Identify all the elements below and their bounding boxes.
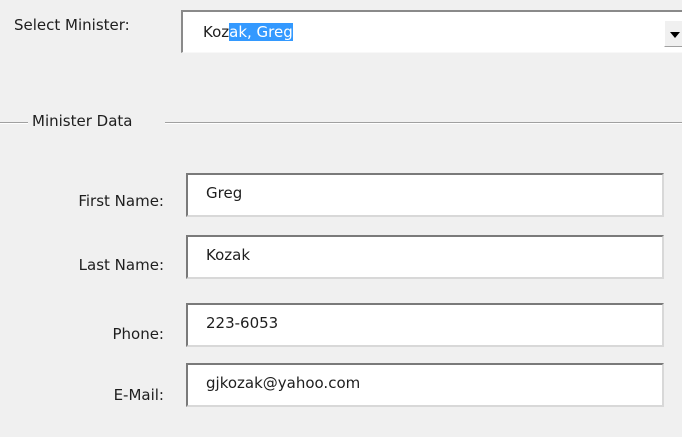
first-name-field[interactable]: Greg [186, 173, 664, 217]
select-minister-label: Select Minister: [14, 16, 130, 34]
first-name-value: Greg [206, 184, 243, 202]
first-name-label: First Name: [78, 192, 164, 210]
dropdown-button[interactable] [664, 20, 682, 47]
last-name-value: Kozak [206, 246, 251, 264]
last-name-label: Last Name: [78, 256, 164, 274]
email-field[interactable]: gjkozak@yahoo.com [186, 363, 664, 407]
phone-value: 223-6053 [206, 314, 279, 332]
minister-select[interactable]: Kozak, Greg [181, 10, 682, 53]
phone-field[interactable]: 223-6053 [186, 303, 664, 347]
group-divider-right [165, 122, 682, 124]
minister-select-text: Koz [203, 23, 230, 41]
minister-select-highlighted-text: ak, Greg [229, 23, 293, 41]
last-name-field[interactable]: Kozak [186, 235, 664, 279]
email-value: gjkozak@yahoo.com [206, 374, 361, 392]
minister-select-value[interactable]: Kozak, Greg [203, 22, 293, 42]
chevron-down-icon [670, 32, 680, 38]
phone-label: Phone: [112, 325, 164, 343]
email-label: E-Mail: [113, 386, 164, 404]
minister-data-group-title: Minister Data [28, 111, 137, 131]
group-divider-left [0, 122, 30, 124]
